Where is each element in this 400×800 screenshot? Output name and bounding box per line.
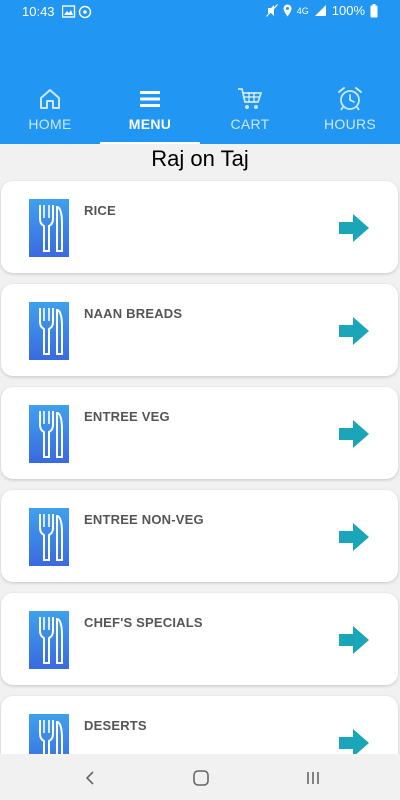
utensils-icon — [29, 508, 69, 566]
utensils-icon — [29, 611, 69, 669]
arrow-right-icon[interactable] — [338, 624, 370, 661]
arrow-right-icon[interactable] — [338, 727, 370, 754]
home-icon — [38, 86, 62, 112]
utensils-icon — [29, 405, 69, 463]
arrow-right-icon[interactable] — [338, 418, 370, 455]
status-right: 4G 100% — [265, 3, 378, 18]
tab-home[interactable]: HOME — [0, 80, 100, 144]
restaurant-title: Raj on Taj — [151, 146, 249, 171]
category-label: NAAN BREADS — [84, 306, 183, 321]
utensils-icon — [29, 714, 69, 754]
signal-icon — [314, 5, 326, 16]
utensils-icon — [29, 302, 69, 360]
category-label: ENTREE NON-VEG — [84, 512, 204, 527]
tab-menu[interactable]: MENU — [100, 80, 200, 144]
app-bar: HOME MENU CART HOURS — [0, 24, 400, 144]
tab-active-indicator — [100, 142, 200, 144]
status-left-icons — [61, 5, 94, 22]
tab-cart[interactable]: CART — [200, 80, 300, 144]
tab-bar: HOME MENU CART HOURS — [0, 80, 400, 144]
location-icon — [283, 4, 292, 17]
tab-hours[interactable]: HOURS — [300, 80, 400, 144]
back-icon[interactable] — [78, 766, 102, 790]
system-nav-bar — [0, 754, 400, 800]
category-list[interactable]: RICE NAAN BREADS ENTREE VEG ENTREE NON-V… — [0, 180, 400, 754]
network-type: 4G — [296, 5, 309, 16]
category-label: DESERTS — [84, 718, 147, 733]
tab-hours-label: HOURS — [323, 116, 377, 132]
cart-icon — [237, 86, 263, 112]
arrow-right-icon[interactable] — [338, 315, 370, 352]
alarm-clock-icon — [337, 86, 363, 112]
category-card-chefs-specials[interactable]: CHEF'S SPECIALS — [1, 593, 398, 685]
battery-icon — [370, 3, 378, 17]
battery-percent: 100% — [331, 3, 365, 18]
status-bar: 10:43 4G 100% — [0, 0, 400, 24]
category-label: CHEF'S SPECIALS — [84, 615, 203, 630]
category-card-naan-breads[interactable]: NAAN BREADS — [1, 284, 398, 376]
home-circle-icon[interactable] — [189, 766, 213, 790]
category-card-deserts[interactable]: DESERTS — [1, 696, 398, 754]
arrow-right-icon[interactable] — [338, 212, 370, 249]
status-time: 10:43 — [22, 4, 55, 19]
category-card-entree-non-veg[interactable]: ENTREE NON-VEG — [1, 490, 398, 582]
category-card-rice[interactable]: RICE — [1, 181, 398, 273]
menu-icon — [139, 86, 161, 112]
tab-home-label: HOME — [28, 116, 72, 132]
mute-icon — [265, 4, 278, 17]
tab-cart-label: CART — [230, 116, 270, 132]
vpn-icon — [78, 5, 92, 19]
recent-apps-icon[interactable] — [301, 766, 325, 790]
image-icon — [61, 5, 76, 18]
category-label: ENTREE VEG — [84, 409, 170, 424]
arrow-right-icon[interactable] — [338, 521, 370, 558]
utensils-icon — [29, 199, 69, 257]
tab-menu-label: MENU — [128, 116, 172, 132]
category-label: RICE — [84, 203, 116, 218]
category-card-entree-veg[interactable]: ENTREE VEG — [1, 387, 398, 479]
